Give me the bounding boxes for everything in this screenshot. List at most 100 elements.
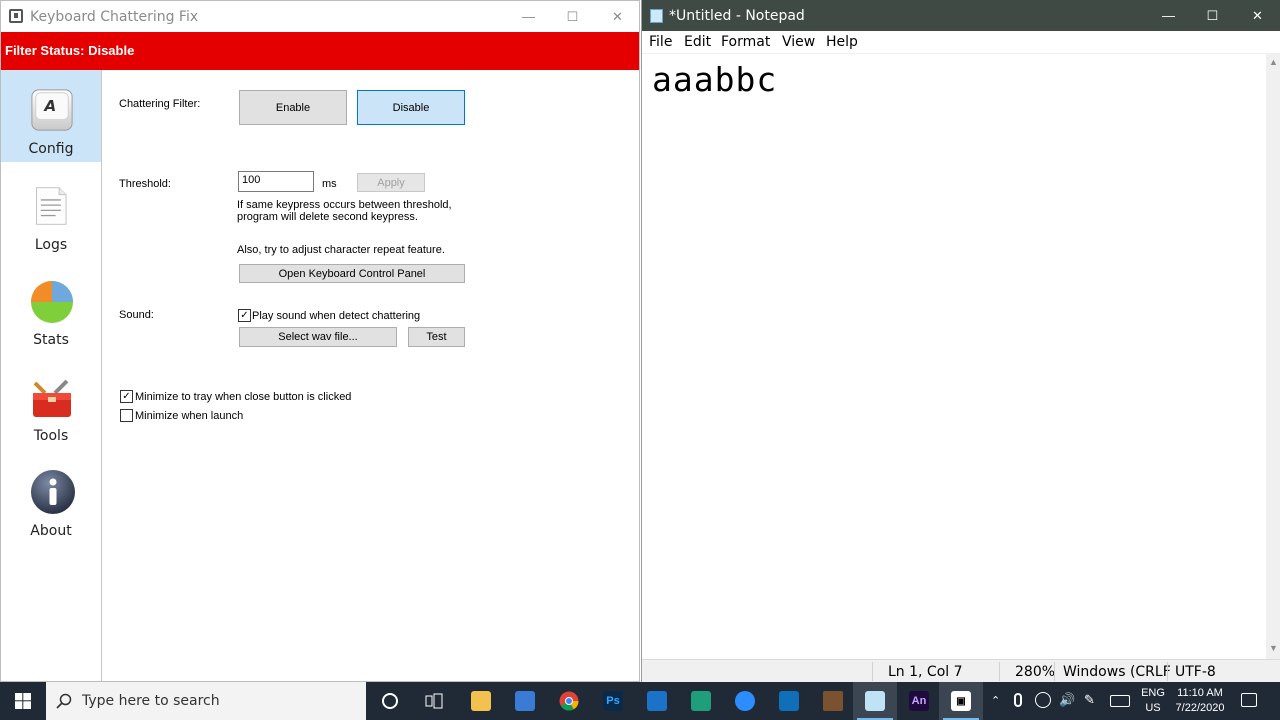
config-panel: Chattering Filter: Enable Disable Thresh…: [102, 70, 639, 681]
pie-chart-icon: [31, 281, 73, 323]
threshold-label: Threshold:: [119, 178, 171, 190]
threshold-unit: ms: [322, 178, 337, 190]
taskbar: Type here to search Ps An ▣ ⌃ 🔊 ✎ ENG US…: [0, 682, 1280, 720]
disable-button[interactable]: Disable: [357, 90, 465, 125]
menu-format[interactable]: Format: [721, 34, 770, 50]
kcf-window-title: Keyboard Chattering Fix: [30, 9, 199, 25]
minimize-button[interactable]: —: [1146, 0, 1191, 31]
search-placeholder: Type here to search: [82, 693, 220, 709]
open-keyboard-control-panel-button[interactable]: Open Keyboard Control Panel: [239, 264, 465, 283]
toolbox-icon: [33, 379, 71, 417]
clock-time: 11:10 AM: [1177, 687, 1223, 699]
taskbar-animate[interactable]: An: [897, 682, 941, 720]
clock-date: 7/22/2020: [1175, 702, 1225, 714]
filter-status-bar: Filter Status: Disable: [1, 32, 639, 70]
info-icon: [31, 470, 75, 514]
language-indicator[interactable]: ENG US: [1141, 686, 1165, 716]
windows-logo-icon: [15, 693, 31, 709]
minimize-to-tray-label: Minimize to tray when close button is cl…: [135, 391, 352, 403]
sidebar-item-label: Stats: [33, 332, 69, 348]
taskbar-mail[interactable]: [635, 682, 679, 720]
maximize-button[interactable]: ☐: [550, 1, 595, 32]
keyboard-icon[interactable]: [1110, 695, 1130, 707]
store-bag-icon: [515, 691, 535, 711]
select-wav-button[interactable]: Select wav file...: [239, 327, 397, 347]
taskbar-chattering-fix[interactable]: ▣: [939, 682, 983, 720]
taskbar-minecraft[interactable]: [811, 682, 855, 720]
test-sound-button[interactable]: Test: [408, 327, 465, 347]
taskbar-chrome[interactable]: [547, 682, 591, 720]
sidebar-item-logs[interactable]: Logs: [1, 166, 101, 258]
animate-icon: An: [909, 691, 929, 711]
clock[interactable]: 11:10 AM 7/22/2020: [1170, 686, 1230, 716]
close-button[interactable]: ✕: [595, 1, 640, 32]
region-code: US: [1145, 702, 1161, 714]
taskbar-file-explorer[interactable]: [459, 682, 503, 720]
volume-icon[interactable]: 🔊: [1059, 692, 1075, 708]
sidebar: A Config Logs Stats Tools About: [1, 70, 102, 681]
minimize-to-tray-checkbox[interactable]: ✓: [120, 390, 133, 403]
text-editor[interactable]: aaabbc: [642, 53, 1266, 659]
minimize-button[interactable]: —: [506, 1, 551, 32]
scroll-down-icon[interactable]: ▼: [1269, 643, 1278, 653]
sidebar-item-label: About: [30, 523, 72, 539]
play-sound-label: Play sound when detect chattering: [252, 310, 421, 322]
notepad-statusbar: Ln 1, Col 7 280% Windows (CRLF UTF-8: [642, 659, 1280, 682]
minimize-when-launch-label: Minimize when launch: [135, 410, 244, 422]
taskbar-photoshop[interactable]: Ps: [591, 682, 635, 720]
chattering-fix-icon: ▣: [951, 691, 971, 711]
apply-button[interactable]: Apply: [357, 173, 425, 192]
photoshop-icon: Ps: [603, 691, 623, 711]
sidebar-item-stats[interactable]: Stats: [1, 261, 101, 353]
task-view-icon: [425, 693, 443, 709]
chattering-filter-label: Chattering Filter:: [119, 98, 201, 110]
sidebar-item-label: Logs: [34, 237, 68, 253]
pen-icon[interactable]: ✎: [1084, 692, 1095, 708]
start-button[interactable]: [0, 682, 46, 720]
search-icon: [56, 693, 72, 709]
vertical-scrollbar[interactable]: ▲ ▼: [1266, 53, 1280, 659]
status-encoding: UTF-8: [1175, 664, 1216, 680]
menu-edit[interactable]: Edit: [684, 34, 711, 50]
play-sound-checkbox[interactable]: ✓: [238, 309, 251, 322]
taskbar-search-box[interactable]: Type here to search: [46, 682, 366, 720]
minecraft-block-icon: [823, 691, 843, 711]
menu-view[interactable]: View: [782, 34, 815, 50]
vscode-icon: [779, 691, 799, 711]
repeat-hint-text: Also, try to adjust character repeat fea…: [237, 244, 445, 256]
chevron-up-icon[interactable]: ⌃: [991, 694, 1000, 707]
close-button[interactable]: ✕: [1235, 0, 1280, 31]
notification-icon[interactable]: [1241, 693, 1257, 707]
globe-network-icon[interactable]: [1035, 692, 1051, 708]
cortana-button[interactable]: [368, 682, 412, 720]
editor-content: aaabbc: [652, 60, 778, 99]
svg-text:A: A: [43, 97, 56, 115]
threshold-help-text: If same keypress occurs between threshol…: [237, 199, 452, 223]
sound-label: Sound:: [119, 309, 154, 321]
task-view-button[interactable]: [412, 682, 456, 720]
taskbar-notepad[interactable]: [853, 682, 897, 720]
taskbar-terminal[interactable]: [679, 682, 723, 720]
sidebar-item-about[interactable]: About: [1, 452, 101, 544]
threshold-input[interactable]: 100: [238, 171, 314, 192]
taskbar-store[interactable]: [503, 682, 547, 720]
maximize-button[interactable]: ☐: [1190, 0, 1235, 31]
notepad-titlebar[interactable]: *Untitled - Notepad — ☐ ✕: [642, 0, 1280, 31]
notepad-icon: [865, 691, 885, 711]
sidebar-item-tools[interactable]: Tools: [1, 357, 101, 449]
scroll-up-icon[interactable]: ▲: [1269, 57, 1278, 67]
taskbar-vscode[interactable]: [767, 682, 811, 720]
folder-icon: [471, 691, 491, 711]
camera-icon: [735, 691, 755, 711]
microphone-icon[interactable]: [1014, 693, 1022, 707]
menu-file[interactable]: File: [649, 34, 672, 50]
kcf-titlebar[interactable]: Keyboard Chattering Fix — ☐ ✕: [1, 1, 639, 32]
taskbar-zoom[interactable]: [723, 682, 767, 720]
enable-button[interactable]: Enable: [239, 90, 347, 125]
language-code: ENG: [1141, 687, 1165, 699]
minimize-when-launch-checkbox[interactable]: [120, 409, 133, 422]
menu-help[interactable]: Help: [826, 34, 858, 50]
status-position: Ln 1, Col 7: [888, 664, 963, 680]
sidebar-item-config[interactable]: A Config: [1, 70, 101, 162]
menu-bar: File Edit Format View Help: [642, 31, 1280, 53]
